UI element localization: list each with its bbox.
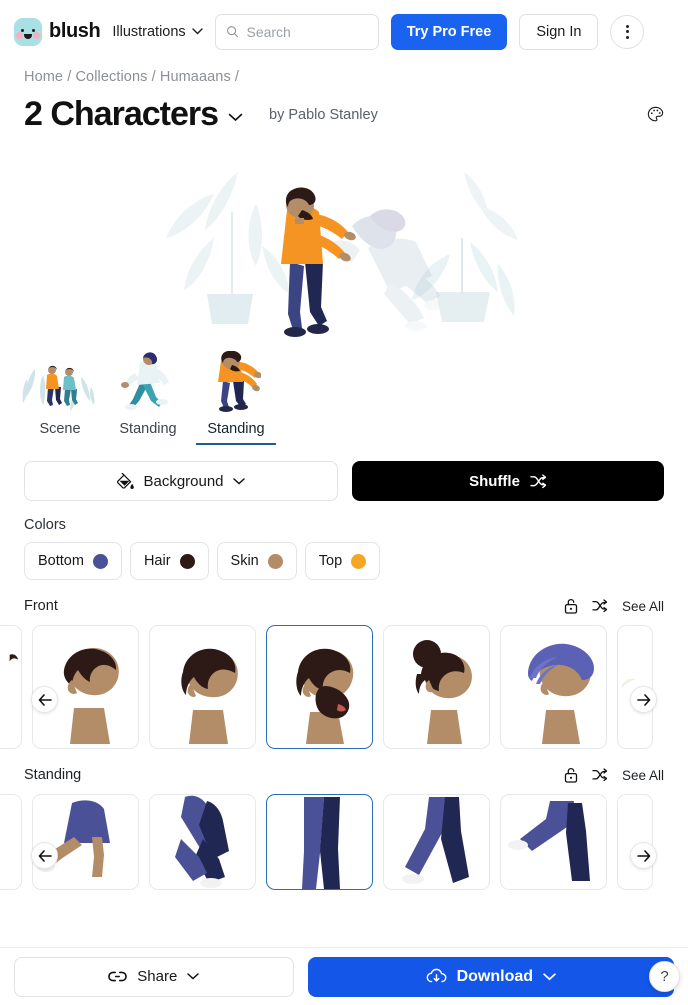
try-pro-free-button[interactable]: Try Pro Free	[390, 13, 508, 50]
section-standing: Standing See All	[0, 765, 688, 890]
background-button-label: Background	[143, 472, 224, 490]
part-tab-scene[interactable]: Scene	[20, 351, 100, 447]
option-card[interactable]	[500, 625, 607, 749]
section-header: Front See All	[0, 596, 688, 616]
part-tab-standing-1[interactable]: Standing	[108, 351, 188, 447]
chevron-down-icon	[232, 477, 245, 485]
help-button[interactable]: ?	[649, 961, 680, 992]
breadcrumb[interactable]: Home / Collections / Humaaans /	[0, 63, 688, 85]
illustrations-dropdown[interactable]: Illustrations	[112, 23, 203, 40]
title-chevron-down-icon[interactable]	[228, 113, 243, 122]
paint-bucket-icon	[117, 472, 135, 489]
shuffle-icon	[530, 473, 547, 488]
search-input[interactable]	[246, 23, 368, 40]
part-tabs: Scene Standing Standing	[0, 347, 688, 447]
more-options-button[interactable]	[610, 14, 645, 49]
brand-logo[interactable]: blush	[14, 17, 101, 46]
see-all-link[interactable]: See All	[622, 768, 664, 783]
option-card[interactable]	[149, 794, 256, 890]
bottom-action-bar: Share Download	[0, 947, 688, 1005]
option-card-selected[interactable]	[266, 625, 373, 749]
action-row: Background Shuffle	[0, 447, 688, 501]
link-icon	[108, 971, 128, 982]
brand-logo-text: blush	[49, 20, 101, 42]
option-card[interactable]	[149, 625, 256, 749]
color-chip-label: Top	[318, 553, 343, 569]
shuffle-icon[interactable]	[592, 768, 608, 782]
carousel-next-button[interactable]	[630, 842, 657, 869]
part-tab-label: Standing	[119, 421, 177, 437]
shuffle-button[interactable]: Shuffle	[352, 461, 664, 501]
carousel-prev-button[interactable]	[31, 686, 58, 713]
option-card[interactable]	[0, 625, 22, 749]
color-swatch	[179, 553, 195, 569]
palette-icon[interactable]	[647, 106, 664, 123]
section-title: Front	[24, 598, 58, 614]
color-chip-label: Hair	[143, 553, 171, 569]
colors-row: Bottom Hair Skin Top	[0, 533, 688, 580]
color-chip-top[interactable]: Top	[304, 542, 381, 580]
section-title: Standing	[24, 767, 82, 783]
option-card[interactable]	[0, 794, 22, 890]
top-navigation-bar: blush Illustrations Try Pro Free Sign In	[0, 0, 688, 63]
blush-mascot-icon	[14, 17, 42, 46]
part-tab-label: Standing	[196, 421, 276, 445]
colors-section-title: Colors	[24, 517, 66, 533]
chevron-down-icon	[191, 28, 203, 35]
section-header: Standing See All	[0, 765, 688, 785]
page-title: 2 Characters	[24, 95, 219, 133]
lock-open-icon[interactable]	[564, 767, 578, 783]
standing-female-thumbnail-icon	[119, 351, 177, 413]
title-row: 2 Characters by Pablo Stanley	[0, 85, 688, 134]
search-box[interactable]	[214, 13, 379, 50]
chevron-down-icon	[543, 972, 556, 980]
color-chip-label: Bottom	[38, 553, 84, 569]
background-button[interactable]: Background	[24, 461, 338, 501]
color-chip-label: Skin	[230, 553, 259, 569]
option-card-selected[interactable]	[266, 794, 373, 890]
standing-option-track[interactable]	[0, 794, 688, 890]
download-button[interactable]: Download	[307, 956, 674, 997]
cloud-download-icon	[426, 968, 447, 983]
option-card[interactable]	[500, 794, 607, 890]
standing-male-thumbnail-icon	[211, 351, 261, 413]
color-chip-hair[interactable]: Hair	[129, 542, 209, 580]
download-button-label: Download	[456, 967, 534, 985]
illustration-canvas[interactable]	[0, 142, 688, 347]
share-button-label: Share	[137, 968, 178, 985]
carousel-next-button[interactable]	[630, 686, 657, 713]
illustrations-dropdown-label: Illustrations	[112, 23, 186, 40]
color-chip-bottom[interactable]: Bottom	[24, 542, 122, 580]
section-tools: See All	[564, 767, 664, 783]
option-card[interactable]	[383, 794, 490, 890]
front-option-track[interactable]	[0, 625, 688, 749]
carousel-prev-button[interactable]	[31, 842, 58, 869]
shuffle-button-label: Shuffle	[469, 472, 520, 490]
blush-editor-page: blush Illustrations Try Pro Free Sign In…	[0, 0, 688, 1005]
section-front: Front See All	[0, 596, 688, 749]
character-standing	[281, 187, 356, 337]
chevron-down-icon	[187, 973, 200, 980]
section-tools: See All	[564, 598, 664, 614]
color-swatch	[351, 553, 367, 569]
breadcrumb-text: Home / Collections / Humaaans /	[24, 69, 240, 85]
scene-thumbnail-icon	[21, 351, 99, 413]
color-chip-skin[interactable]: Skin	[216, 542, 297, 580]
sign-in-button[interactable]: Sign In	[519, 13, 599, 50]
color-swatch	[267, 553, 283, 569]
standing-carousel	[0, 794, 688, 890]
illustration-artwork	[166, 172, 518, 337]
author-label: by Pablo Stanley	[269, 106, 378, 123]
part-tab-label: Scene	[39, 421, 81, 437]
part-tab-standing-2[interactable]: Standing	[196, 351, 276, 447]
front-carousel	[0, 625, 688, 749]
shuffle-icon[interactable]	[592, 599, 608, 613]
share-button[interactable]: Share	[14, 956, 294, 997]
search-icon	[226, 26, 238, 38]
see-all-link[interactable]: See All	[622, 599, 664, 614]
color-swatch	[92, 553, 108, 569]
lock-open-icon[interactable]	[564, 598, 578, 614]
option-card[interactable]	[383, 625, 490, 749]
